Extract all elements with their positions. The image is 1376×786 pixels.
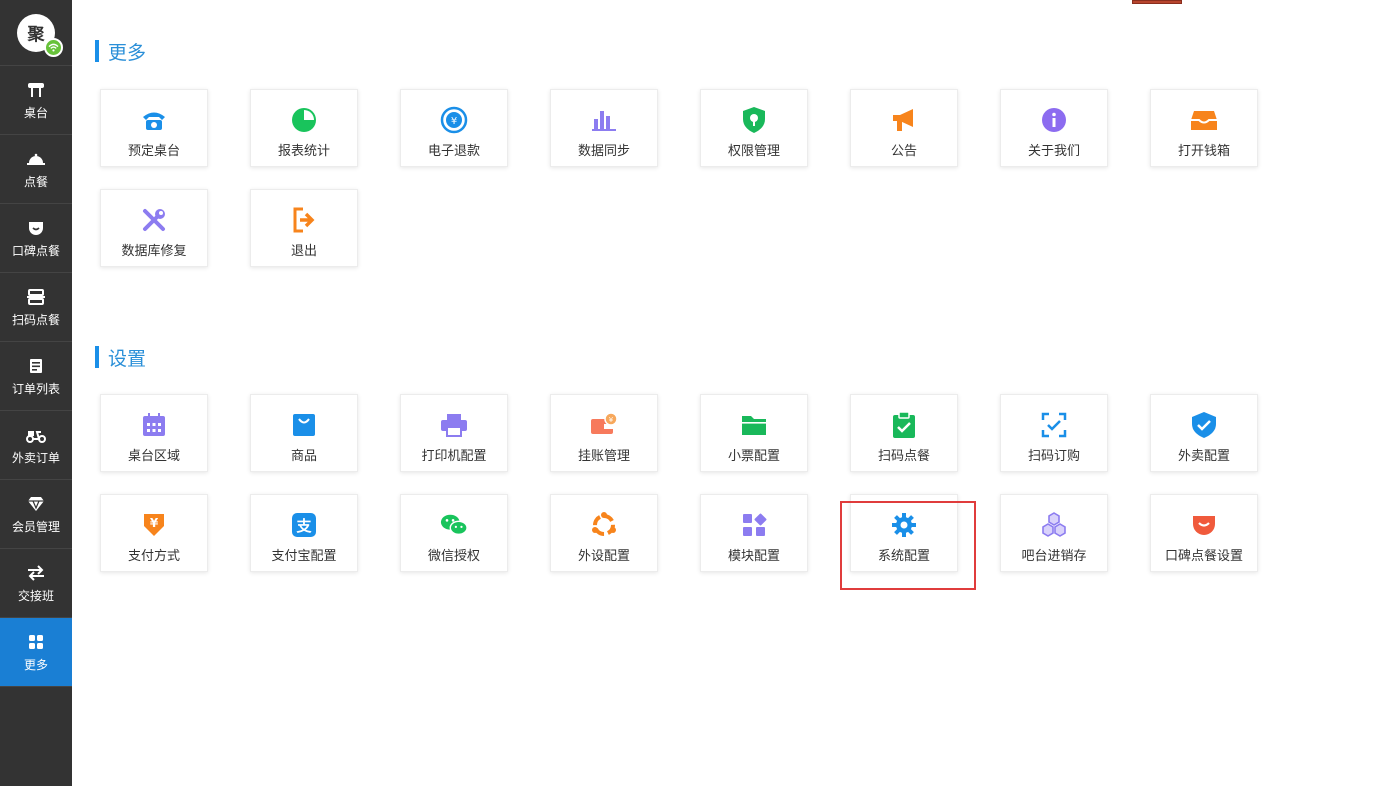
badge-check-icon [1190, 411, 1218, 439]
tile-reports[interactable]: 报表统计 [250, 89, 358, 167]
tile-receipt-config[interactable]: 小票配置 [700, 394, 808, 472]
top-marker [1132, 0, 1182, 4]
sidebar-item-delivery[interactable]: 外卖订单 [0, 411, 72, 480]
tile-printer-config[interactable]: 打印机配置 [400, 394, 508, 472]
sidebar-item-label: 会员管理 [11, 519, 60, 534]
scan-icon [27, 287, 45, 307]
scan-check-icon [1040, 411, 1068, 439]
wallet-icon: ¥ [590, 411, 618, 439]
megaphone-icon [890, 106, 918, 134]
pie-chart-icon [290, 106, 318, 134]
logo: 聚 [17, 13, 63, 57]
sidebar-item-label: 订单列表 [11, 381, 60, 396]
sidebar-item-label: 交接班 [17, 588, 54, 603]
sidebar-item-label: 扫码点餐 [11, 312, 60, 327]
tile-delivery-config[interactable]: 外卖配置 [1150, 394, 1258, 472]
sidebar-item-label: 外卖订单 [11, 450, 60, 465]
wechat-icon [440, 511, 468, 539]
tile-credit-management[interactable]: ¥ 挂账管理 [550, 394, 658, 472]
tile-permissions[interactable]: 权限管理 [700, 89, 808, 167]
diamond-icon [27, 494, 45, 514]
cashbox-icon [1190, 106, 1218, 134]
printer-icon [440, 411, 468, 439]
svg-text:支: 支 [295, 517, 312, 535]
info-icon [1040, 106, 1068, 134]
tools-icon [140, 206, 168, 234]
refund-icon: ¥ [440, 106, 468, 134]
sidebar-item-koubei[interactable]: 口碑点餐 [0, 204, 72, 273]
logo-area: 聚 [0, 0, 72, 66]
clipboard-check-icon [890, 411, 918, 439]
exit-icon [290, 206, 318, 234]
cubes-icon [1040, 511, 1068, 539]
table-icon [27, 80, 45, 100]
alipay-icon: 支 [290, 511, 318, 539]
tile-db-repair[interactable]: 数据库修复 [100, 189, 208, 267]
tile-products[interactable]: 商品 [250, 394, 358, 472]
svg-text:¥: ¥ [609, 416, 614, 424]
peripheral-icon [590, 511, 618, 539]
tile-reserve-table[interactable]: 预定桌台 [100, 89, 208, 167]
tile-peripheral-config[interactable]: 外设配置 [550, 494, 658, 572]
folder-icon [740, 411, 768, 439]
yen-icon: ¥ [140, 511, 168, 539]
svg-text:¥: ¥ [150, 516, 159, 530]
tile-koubei-settings[interactable]: 口碑点餐设置 [1150, 494, 1258, 572]
cloche-icon [26, 149, 46, 169]
section-title-more: 更多 [95, 40, 146, 64]
sidebar-item-label: 桌台 [23, 105, 48, 120]
tile-module-config[interactable]: 模块配置 [700, 494, 808, 572]
tile-exit[interactable]: 退出 [250, 189, 358, 267]
sidebar-item-table[interactable]: 桌台 [0, 66, 72, 135]
tile-bar-inventory[interactable]: 吧台进销存 [1000, 494, 1108, 572]
sidebar-item-members[interactable]: 会员管理 [0, 480, 72, 549]
sidebar-item-scan-order[interactable]: 扫码点餐 [0, 273, 72, 342]
tile-about-us[interactable]: 关于我们 [1000, 89, 1108, 167]
logo-text: 聚 [27, 25, 45, 45]
svg-text:¥: ¥ [451, 116, 457, 127]
tile-scan-order-settings[interactable]: 扫码点餐 [850, 394, 958, 472]
tile-table-area[interactable]: 桌台区域 [100, 394, 208, 472]
section-title-settings: 设置 [95, 346, 146, 370]
tile-data-sync[interactable]: 数据同步 [550, 89, 658, 167]
bar-chart-icon [590, 106, 618, 134]
sidebar-item-more[interactable]: 更多 [0, 618, 72, 687]
tile-open-cashbox[interactable]: 打开钱箱 [1150, 89, 1258, 167]
phone-icon [140, 106, 168, 134]
shopping-bag-icon [290, 411, 318, 439]
sidebar-item-shift[interactable]: 交接班 [0, 549, 72, 618]
sidebar-item-label: 点餐 [23, 174, 48, 189]
order-list-icon [28, 356, 44, 376]
delivery-icon [26, 425, 46, 445]
sidebar-item-order[interactable]: 点餐 [0, 135, 72, 204]
sidebar-item-label: 更多 [23, 657, 48, 672]
sidebar-item-label: 口碑点餐 [11, 243, 60, 258]
tile-notice[interactable]: 公告 [850, 89, 958, 167]
modules-icon [740, 511, 768, 539]
gear-icon [890, 511, 918, 539]
koubei-settings-icon [1190, 511, 1218, 539]
koubei-icon [27, 218, 45, 238]
tile-payment-methods[interactable]: ¥ 支付方式 [100, 494, 208, 572]
tile-wechat-auth[interactable]: 微信授权 [400, 494, 508, 572]
sidebar: 聚 桌台 点餐 口碑点餐 扫码点餐 订单列表 外卖订单 会员管理 交接班 更多 [0, 0, 72, 786]
swap-icon [26, 563, 46, 583]
grid-icon [28, 632, 44, 652]
calendar-icon [140, 411, 168, 439]
tile-alipay-config[interactable]: 支 支付宝配置 [250, 494, 358, 572]
tile-scan-purchase[interactable]: 扫码订购 [1000, 394, 1108, 472]
tile-system-config[interactable]: 系统配置 [850, 494, 958, 572]
shield-icon [740, 106, 768, 134]
sidebar-item-order-list[interactable]: 订单列表 [0, 342, 72, 411]
tile-e-refund[interactable]: ¥ 电子退款 [400, 89, 508, 167]
wifi-icon [44, 37, 63, 57]
